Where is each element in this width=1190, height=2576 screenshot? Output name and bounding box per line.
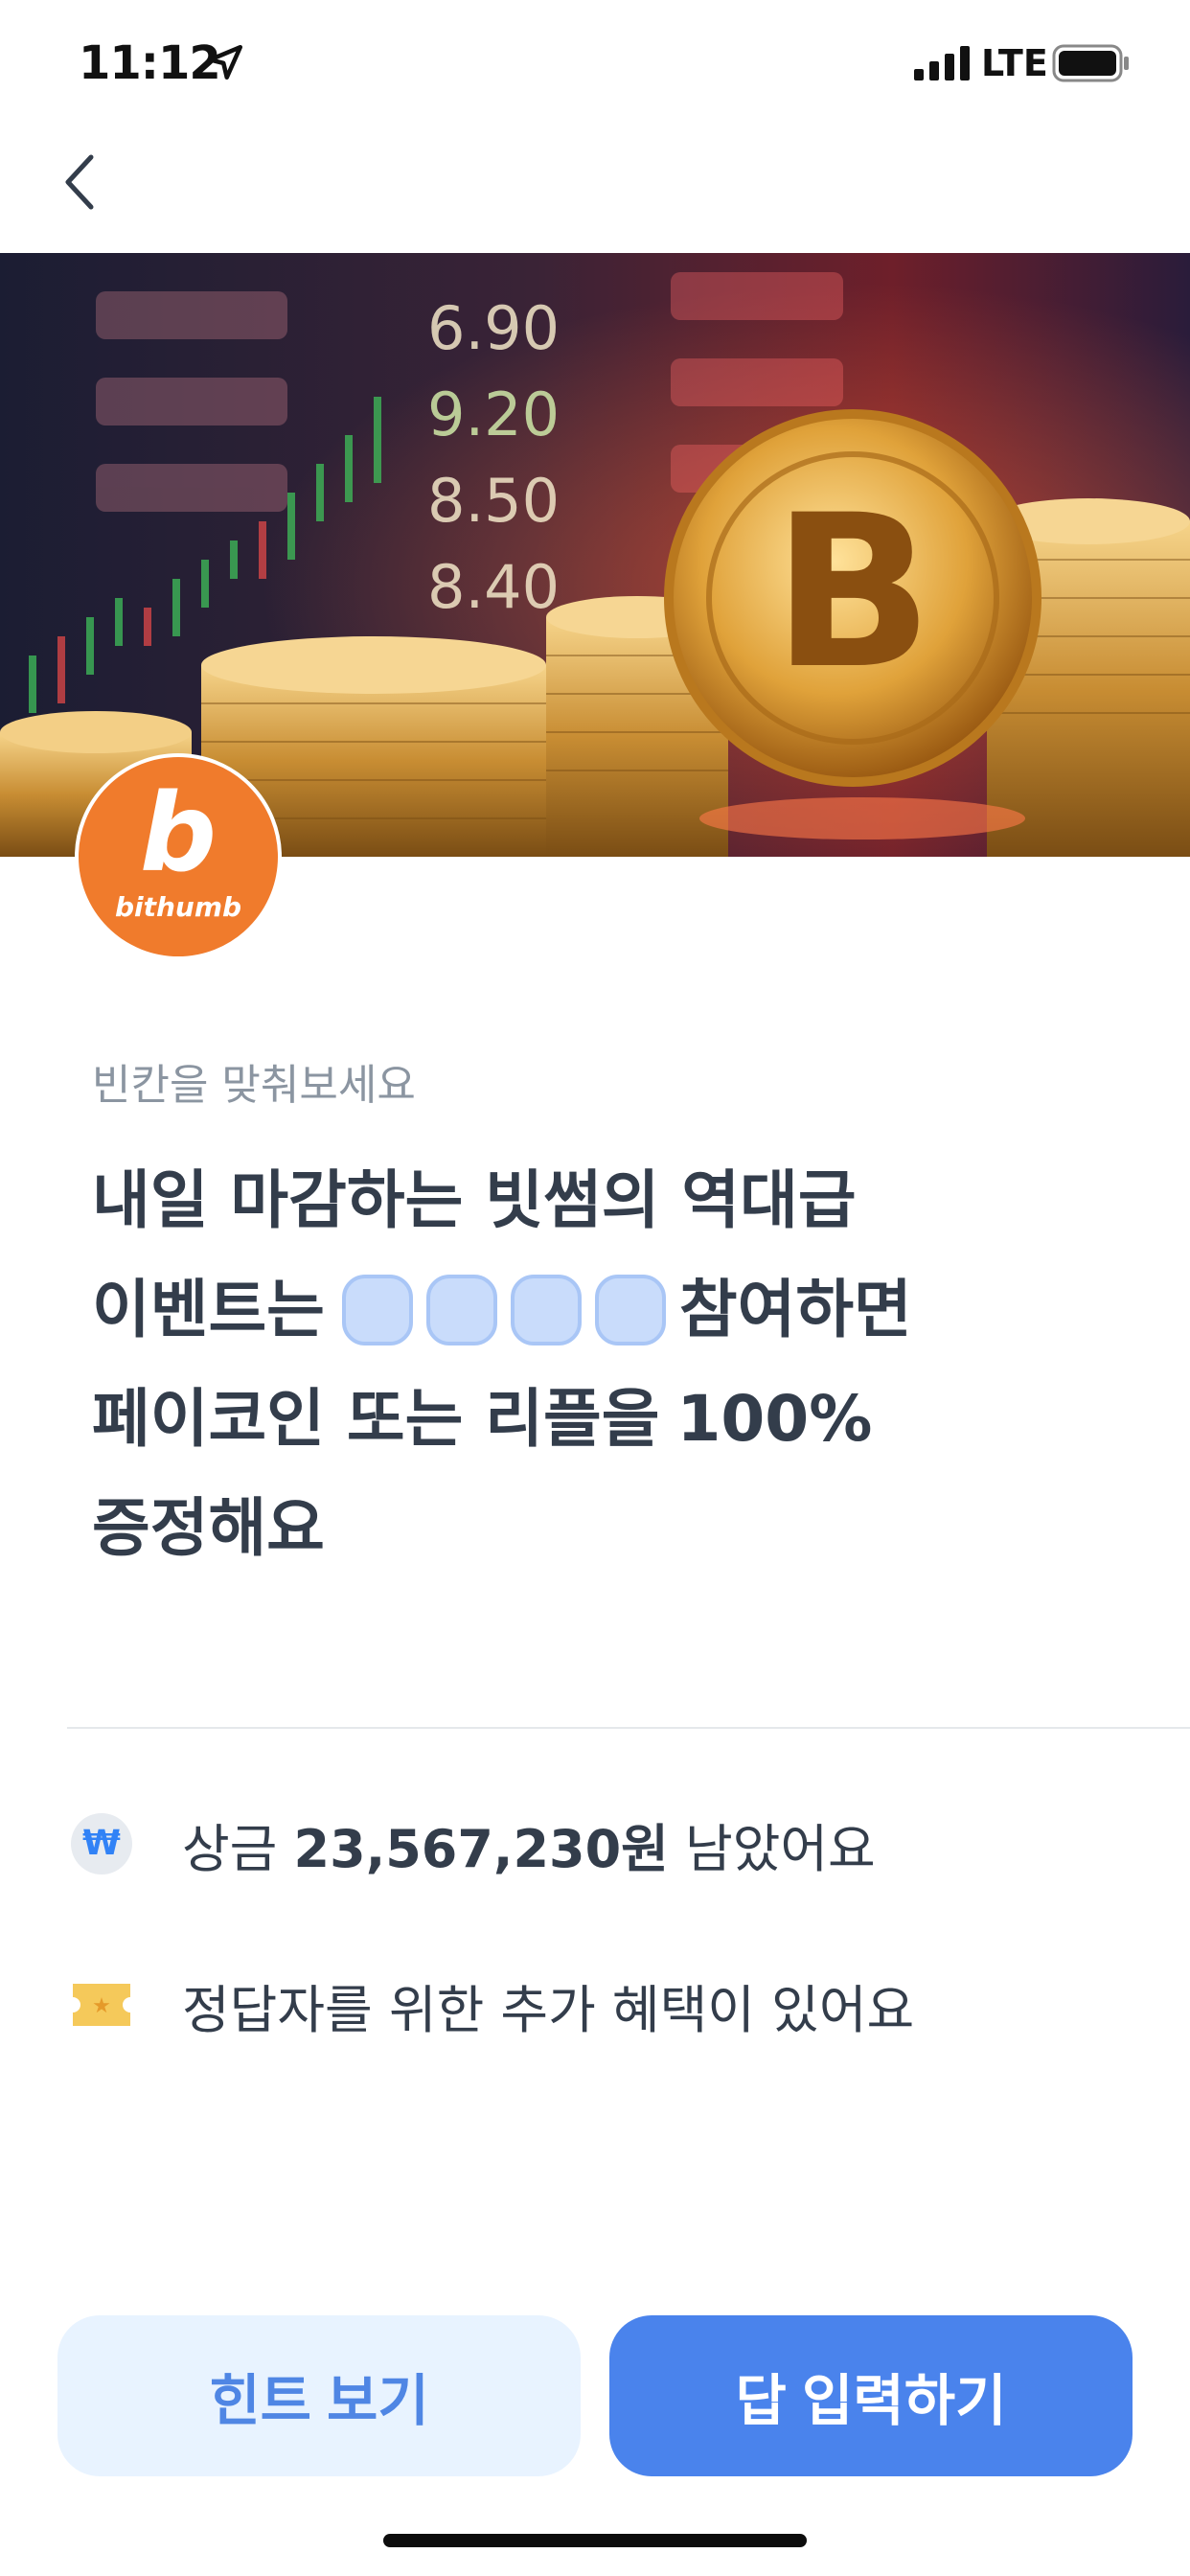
signal-icon [914, 46, 970, 80]
prize-text: 상금 23,567,230원 남았어요 [182, 1806, 876, 1882]
question-line: 내일 마감하는 빗썸의 역대급 [92, 1146, 1108, 1255]
question-line: 페이코인 또는 리플을 100% [92, 1365, 1108, 1474]
enter-answer-button[interactable]: 답 입력하기 [609, 2315, 1133, 2476]
board-value: 6.90 [427, 293, 560, 363]
answer-blank [425, 1275, 497, 1346]
battery-icon [1052, 44, 1129, 82]
question-text: 이벤트는 [92, 1273, 325, 1346]
question-line: 증정해요 [92, 1474, 1108, 1583]
question-text: 내일 마감하는 빗썸의 역대급 [92, 1163, 857, 1237]
chevron-left-icon [65, 154, 94, 210]
status-bar: 11:12 LTE [0, 0, 1190, 129]
status-time: 11:12 [79, 36, 221, 90]
answer-blank [594, 1275, 666, 1346]
prize-suffix: 남았어요 [685, 1818, 876, 1879]
svg-text:B: B [772, 470, 933, 715]
question-text: 페이코인 또는 리플을 [92, 1382, 660, 1456]
board-value: 9.20 [427, 380, 560, 449]
logo-letter: b [139, 771, 217, 896]
question-text: 증정해요 [92, 1491, 325, 1565]
board-value: 8.50 [427, 466, 560, 536]
answer-blank [341, 1275, 413, 1346]
divider [67, 1727, 1190, 1729]
board-value: 8.40 [427, 552, 560, 622]
logo-text: bithumb [114, 891, 242, 923]
back-button[interactable] [46, 144, 113, 220]
quiz-subtitle: 빈칸을 맞춰보세요 [92, 1061, 416, 1110]
prize-amount: 23,567,230원 [293, 1818, 669, 1879]
benefit-row: ★ 정답자를 위한 추가 혜택이 있어요 [69, 1966, 914, 2043]
question-line: 이벤트는 참여하면 [92, 1255, 1108, 1365]
answer-blank [510, 1275, 582, 1346]
won-coin-icon: ₩ [71, 1813, 132, 1874]
home-indicator[interactable] [383, 2534, 807, 2547]
prize-prefix: 상금 [182, 1818, 278, 1879]
ticket-icon: ★ [73, 1984, 130, 2026]
hint-button[interactable]: 힌트 보기 [57, 2315, 581, 2476]
bithumb-logo: b bithumb [75, 753, 282, 960]
prize-row: ₩ 상금 23,567,230원 남았어요 [69, 1806, 876, 1882]
question-text: 참여하면 [678, 1273, 912, 1346]
location-arrow-icon [207, 44, 243, 80]
svg-text:★: ★ [92, 1994, 111, 2018]
question-highlight: 100% [676, 1382, 873, 1456]
benefit-text: 정답자를 위한 추가 혜택이 있어요 [182, 1979, 915, 2040]
quiz-question: 내일 마감하는 빗썸의 역대급 이벤트는 참여하면 페이코인 또는 리플을 10… [92, 1146, 1108, 1583]
network-type: LTE [981, 42, 1048, 84]
